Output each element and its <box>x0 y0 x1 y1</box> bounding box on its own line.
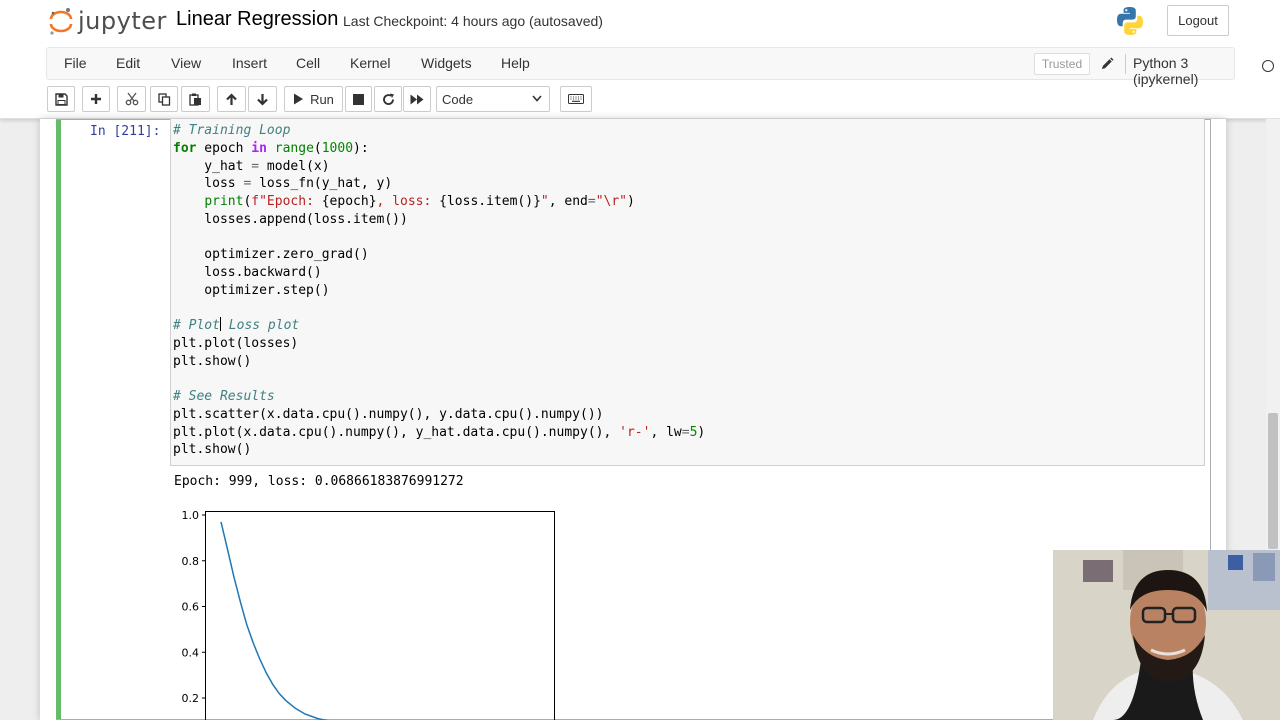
kernel-separator <box>1125 54 1126 74</box>
menubar-container: File Edit View Insert Cell Kernel Widget… <box>0 43 1280 119</box>
run-label: Run <box>310 91 334 107</box>
y-tick-label: 0.6 <box>182 601 200 614</box>
code-line: optimizer.zero_grad() <box>173 247 369 262</box>
paste-button[interactable] <box>181 86 210 112</box>
y-tick-label: 0.8 <box>182 555 200 568</box>
code-line: loss = loss_fn(y_hat, y) <box>173 176 393 191</box>
copy-button[interactable] <box>150 86 178 112</box>
autosave-status: (autosaved) <box>529 13 603 29</box>
trusted-badge[interactable]: Trusted <box>1034 53 1090 75</box>
checkpoint-status: Last Checkpoint: 4 hours ago <box>343 13 526 29</box>
presenter-video-icon <box>1053 550 1280 720</box>
jupyter-logo-icon <box>49 8 73 35</box>
move-up-button[interactable] <box>217 86 246 112</box>
code-line: plt.scatter(x.data.cpu().numpy(), y.data… <box>173 407 604 422</box>
keyboard-icon <box>568 94 584 104</box>
code-line: for epoch in range(1000): <box>173 141 369 156</box>
menu-widgets[interactable]: Widgets <box>421 55 472 71</box>
y-tick-label: 0.2 <box>182 692 200 705</box>
jupyter-logo[interactable]: jupyter <box>48 4 167 38</box>
restart-icon <box>382 93 394 105</box>
code-line: loss.backward() <box>173 265 322 280</box>
arrow-up-icon <box>226 92 237 105</box>
code-line: plt.plot(losses) <box>173 336 299 351</box>
input-prompt: In [211]: <box>90 124 161 139</box>
pencil-icon[interactable] <box>1100 57 1114 71</box>
logo-wordmark: jupyter <box>78 7 167 35</box>
stop-icon <box>353 93 364 105</box>
menu-kernel[interactable]: Kernel <box>350 55 390 71</box>
code-line: losses.append(loss.item()) <box>173 212 408 227</box>
chevron-down-icon <box>532 95 542 102</box>
save-button[interactable] <box>47 86 75 112</box>
code-line: # Plot Loss plot <box>173 317 300 333</box>
plus-icon <box>91 94 101 104</box>
code-line: plt.show() <box>173 442 252 457</box>
y-tick-label: 0.4 <box>182 646 200 659</box>
menu-help[interactable]: Help <box>501 55 530 71</box>
kernel-idle-icon <box>1262 60 1274 72</box>
restart-run-all-button[interactable] <box>403 86 431 112</box>
plot-frame <box>205 511 555 720</box>
cell-output-text: Epoch: 999, loss: 0.06866183876991272 <box>174 474 464 489</box>
kernel-name[interactable]: Python 3 (ipykernel) <box>1133 55 1234 87</box>
menu-insert[interactable]: Insert <box>232 55 267 71</box>
code-line: optimizer.step() <box>173 283 330 298</box>
fast-forward-icon <box>410 94 424 104</box>
restart-button[interactable] <box>374 86 402 112</box>
interrupt-button[interactable] <box>345 86 372 112</box>
play-icon <box>294 93 304 105</box>
notebook-container: In [211]: # Training Loop for epoch in r… <box>40 119 1226 720</box>
python-logo-icon <box>1117 7 1143 35</box>
save-icon <box>54 92 68 106</box>
run-button[interactable]: Run <box>284 86 343 112</box>
menu-view[interactable]: View <box>171 55 201 71</box>
code-line: print(f"Epoch: {epoch}, loss: {loss.item… <box>204 194 635 209</box>
command-palette-button[interactable] <box>560 86 592 112</box>
menu-edit[interactable]: Edit <box>116 55 140 71</box>
notebook-header: jupyter Linear Regression Last Checkpoin… <box>0 0 1280 43</box>
loss-plot: 1.0 0.8 0.6 0.4 0.2 <box>182 509 555 720</box>
webcam-overlay <box>1053 550 1280 720</box>
move-down-button[interactable] <box>248 86 277 112</box>
cell-type-select[interactable]: Code <box>436 86 550 112</box>
y-axis-ticks: 1.0 0.8 0.6 0.4 0.2 <box>182 509 206 705</box>
notebook-title[interactable]: Linear Regression <box>176 8 338 31</box>
code-line: plt.show() <box>173 354 252 369</box>
loss-series-line <box>220 521 329 720</box>
code-line: # See Results <box>173 389 275 404</box>
y-tick-label: 1.0 <box>182 509 200 522</box>
cut-icon <box>125 92 138 106</box>
copy-icon <box>157 92 170 106</box>
cell-type-value: Code <box>442 91 474 107</box>
paste-icon <box>189 93 201 106</box>
code-line: y_hat = model(x) <box>173 159 330 174</box>
code-line: plt.plot(x.data.cpu().numpy(), y_hat.dat… <box>173 425 706 440</box>
arrow-down-icon <box>257 93 268 106</box>
insert-cell-button[interactable] <box>82 86 110 112</box>
scrollbar-thumb[interactable] <box>1268 413 1278 549</box>
logout-button[interactable]: Logout <box>1167 5 1229 36</box>
cut-button[interactable] <box>117 86 146 112</box>
menu-file[interactable]: File <box>64 55 87 71</box>
code-line: # Training Loop <box>173 123 291 138</box>
menubar: File Edit View Insert Cell Kernel Widget… <box>46 47 1274 87</box>
menu-cell[interactable]: Cell <box>296 55 320 71</box>
